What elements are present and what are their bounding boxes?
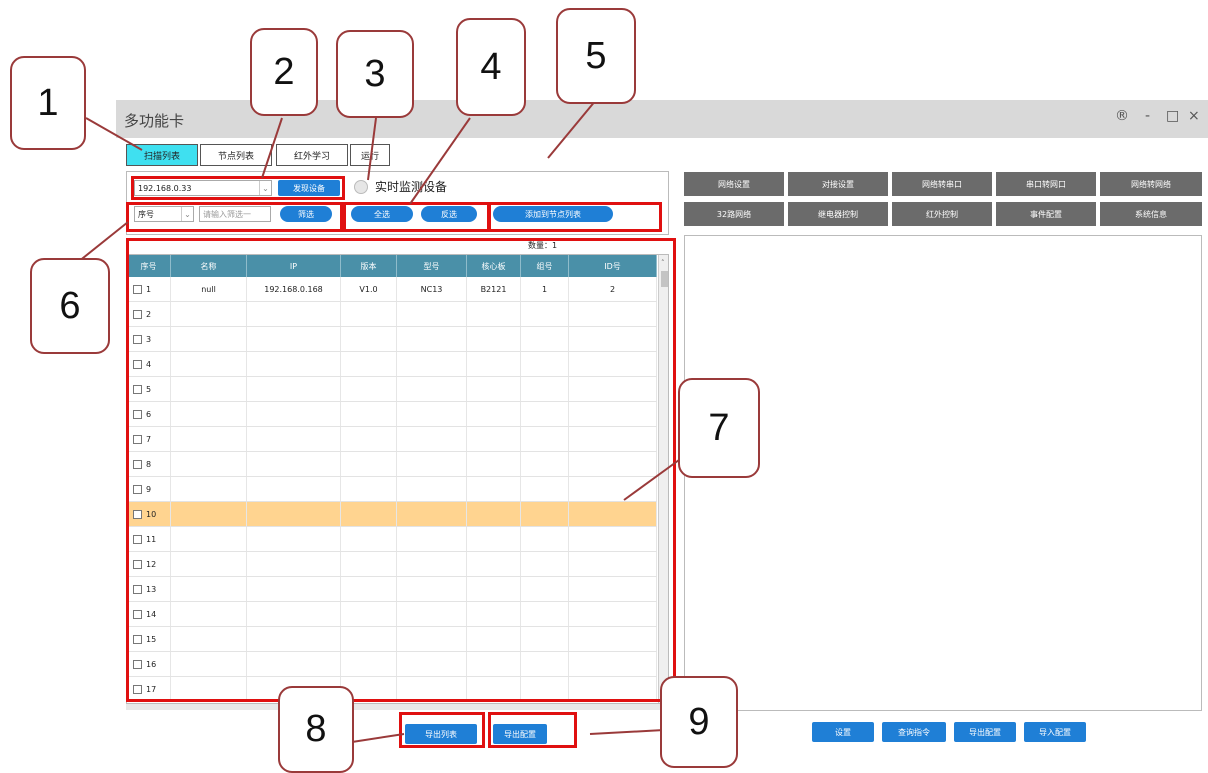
- callout-7: 7: [678, 378, 760, 478]
- callout-9: 9: [660, 676, 738, 768]
- callout-5: 5: [556, 8, 636, 104]
- callout-4: 4: [456, 18, 526, 116]
- callout-6: 6: [30, 258, 110, 354]
- callout-2: 2: [250, 28, 318, 116]
- callout-1: 1: [10, 56, 86, 150]
- callout-pointers: [77, 99, 691, 743]
- callout-3: 3: [336, 30, 414, 118]
- callout-8: 8: [278, 686, 354, 773]
